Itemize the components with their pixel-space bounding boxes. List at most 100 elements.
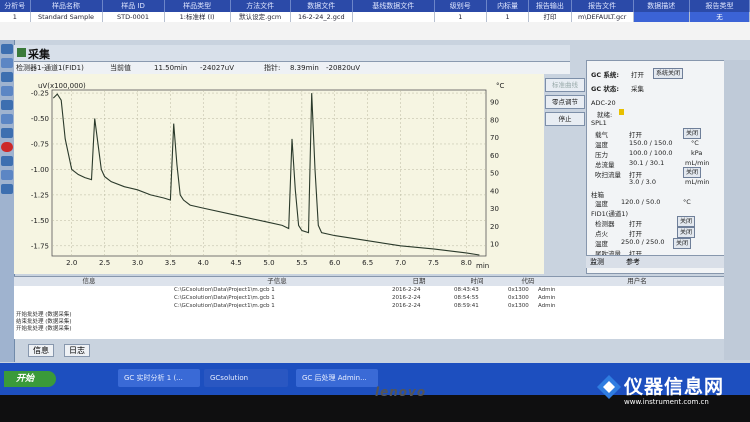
log-info: 开始批处理 (数据采集) [16,312,72,318]
tab-info[interactable]: 信息 [28,344,54,357]
tool-icon[interactable] [1,170,13,180]
cell[interactable]: STD-0001 [103,12,165,22]
carrier-value: 打开 [629,131,642,139]
y2-unit-label: °C [496,82,505,90]
fid-temp-label: 温度 [595,240,608,248]
chromatogram-chart[interactable]: -0.25 -0.50 -0.75 -1.00 -1.25 -1.50 -1.75 90 80… [14,74,544,274]
start-button[interactable]: 开始 [4,371,56,387]
tool-icon[interactable] [1,100,13,110]
col-header[interactable]: 内标量 [487,0,530,12]
stop-button[interactable]: 停止 [545,112,585,126]
log-col-date[interactable]: 日期 [390,277,448,286]
temp-label: 温度 [595,141,608,149]
taskbar-item[interactable]: GC 实时分析 1 (... [118,369,200,387]
signal-value: -24027uV [200,64,235,72]
y2-tick-label: 90 [490,99,499,107]
x-tick-label: 2.0 [66,259,77,267]
log-col-subinfo[interactable]: 子信息 [164,277,390,286]
fid-label: FID1(通道1) [591,210,629,218]
ignite-label: 点火 [595,230,608,238]
tool-icon[interactable] [1,128,13,138]
col-header[interactable]: 基线数据文件 [353,0,435,12]
ignite-off-button[interactable]: 关闭 [677,227,696,238]
tool-icon[interactable] [1,184,13,194]
log-col-user[interactable]: 用户名 [550,277,724,286]
x-tick-label: 5.0 [263,259,274,267]
tab-log[interactable]: 日志 [64,344,90,357]
cell[interactable] [633,12,690,22]
cell[interactable]: 1 [0,12,31,22]
pointer-label: 指针: [264,64,281,72]
ready-label: 就绪: [597,111,613,119]
log-col-time[interactable]: 时间 [448,277,506,286]
tool-icon[interactable] [1,114,13,124]
log-col-info[interactable]: 信息 [14,277,164,286]
cell[interactable]: 1 [435,12,487,22]
col-header[interactable]: 报告类型 [690,0,750,12]
log-subinfo: C:\GCsolution\Data\Project1\m.gcb 1 [174,287,275,293]
taskbar-item[interactable]: GCsolution [204,369,288,387]
taskbar-item[interactable]: GC 后处理 Admin... [296,369,378,387]
cell[interactable]: 1 [487,12,530,22]
tool-icon[interactable] [1,72,13,82]
col-header[interactable]: 方法文件 [231,0,291,12]
y2-tick-label: 20 [490,223,499,231]
col-header[interactable]: 样品 ID [103,0,165,12]
calibration-curve-button[interactable]: 标准曲线 [545,78,585,92]
system-off-button[interactable]: 系统关闭 [653,68,684,79]
col-header[interactable]: 数据文件 [291,0,353,12]
makeup-off-button[interactable]: 关闭 [673,238,692,249]
col-header[interactable]: 样品名称 [31,0,103,12]
tool-icon[interactable] [1,156,13,166]
spl-label: SPL1 [591,119,607,127]
log-date: 2016-2-24 [392,287,421,293]
plot-background [14,74,544,274]
y2-tick-label: 80 [490,116,499,124]
left-assistant-bar [0,40,15,362]
col-header[interactable]: 数据描述 [634,0,690,12]
cell[interactable]: 默认设定.gcm [231,12,291,22]
log-code: 0x1300 [508,295,529,301]
col-header[interactable]: 分析号 [0,0,31,12]
x-tick-label: 7.0 [395,259,406,267]
column-temp-value: 120.0 / 50.0 [621,198,661,206]
cell[interactable]: 无 [689,12,750,22]
window-icon [17,48,26,57]
tool-icon[interactable] [1,58,13,68]
y2-axis: 90 80 70 60 50 40 30 20 10 [490,99,499,249]
ignite-value: 打开 [629,230,642,238]
stop-icon[interactable] [1,142,13,152]
acquisition-window-title-bar: 采集 [14,45,570,62]
col-header[interactable]: 级别号 [435,0,487,12]
sequence-table-row[interactable]: 1 Standard Sample STD-0001 1:标准样 (I) 默认设… [0,12,750,22]
purge-off-button[interactable]: 关闭 [683,167,702,178]
col-header[interactable]: 报告文件 [572,0,634,12]
log-time: 08:43:43 [454,287,479,293]
col-header[interactable]: 报告输出 [529,0,572,12]
cell[interactable]: m\DEFAULT.gcr [572,12,634,22]
y2-tick-label: 10 [490,241,499,249]
total-flow-label: 总流量 [595,161,615,169]
log-col-code[interactable]: 代码 [506,277,550,286]
y-tick-label: -1.50 [31,217,49,225]
cell[interactable]: 打印 [529,12,572,22]
x-tick-label: 4.0 [198,259,209,267]
carrier-off-button[interactable]: 关闭 [683,128,702,139]
cell[interactable] [353,12,435,22]
zero-adjust-button[interactable]: 零点调节 [545,95,585,109]
tab-reference[interactable]: 参考 [626,257,640,267]
tab-monitor[interactable]: 监测 [590,257,604,267]
cell[interactable]: 1:标准样 (I) [165,12,231,22]
y2-tick-label: 50 [490,170,499,178]
col-header[interactable]: 样品类型 [165,0,231,12]
tool-icon[interactable] [1,86,13,96]
cell[interactable]: 16-2-24_2.gcd [291,12,353,22]
x-tick-label: 3.5 [165,259,176,267]
detector-off-button[interactable]: 关闭 [677,216,696,227]
x-tick-label: 8.0 [461,259,472,267]
tool-icon[interactable] [1,44,13,54]
detector-label: 检测器 [595,220,615,228]
total-flow-unit: mL/min [685,159,710,167]
y2-tick-label: 40 [490,187,499,195]
cell[interactable]: Standard Sample [31,12,103,22]
